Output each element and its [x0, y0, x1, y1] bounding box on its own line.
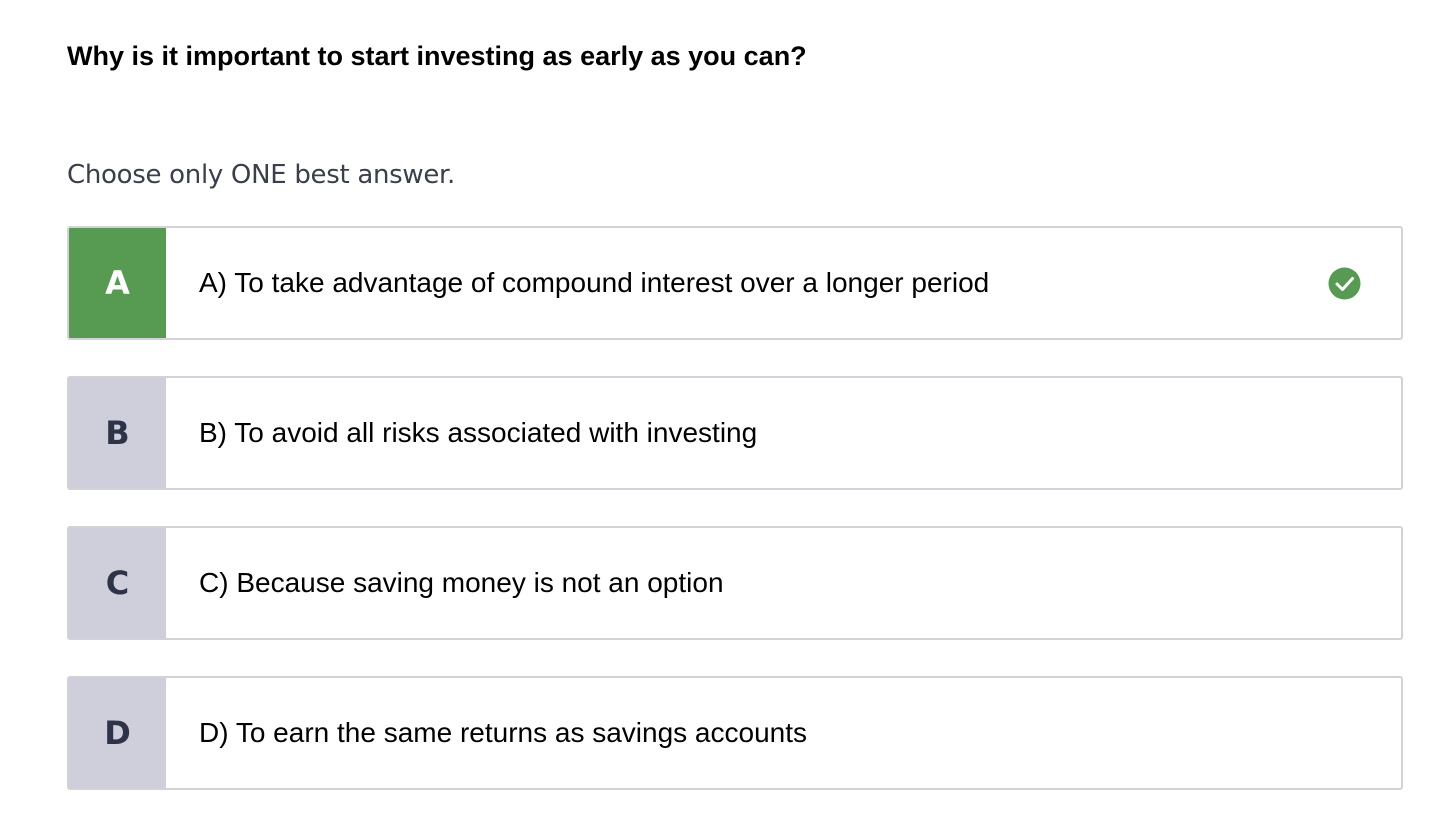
answer-options: A A) To take advantage of compound inter…	[67, 226, 1403, 826]
option-text: D) To earn the same returns as savings a…	[199, 717, 808, 748]
option-d[interactable]: D D) To earn the same returns as savings…	[67, 676, 1403, 790]
option-letter: B	[69, 378, 166, 488]
option-text: C) Because saving money is not an option	[199, 567, 724, 598]
option-letter: D	[69, 678, 166, 788]
option-b[interactable]: B B) To avoid all risks associated with …	[67, 376, 1403, 490]
option-letter: C	[69, 528, 166, 638]
check-circle-icon	[1328, 267, 1361, 299]
question-title: Why is it important to start investing a…	[67, 41, 807, 71]
option-c[interactable]: C C) Because saving money is not an opti…	[67, 526, 1403, 640]
option-text: B) To avoid all risks associated with in…	[199, 417, 758, 448]
option-letter: A	[69, 228, 166, 338]
instruction-text: Choose only ONE best answer.	[67, 160, 456, 190]
option-a[interactable]: A A) To take advantage of compound inter…	[67, 226, 1403, 340]
option-text: A) To take advantage of compound interes…	[199, 267, 990, 298]
